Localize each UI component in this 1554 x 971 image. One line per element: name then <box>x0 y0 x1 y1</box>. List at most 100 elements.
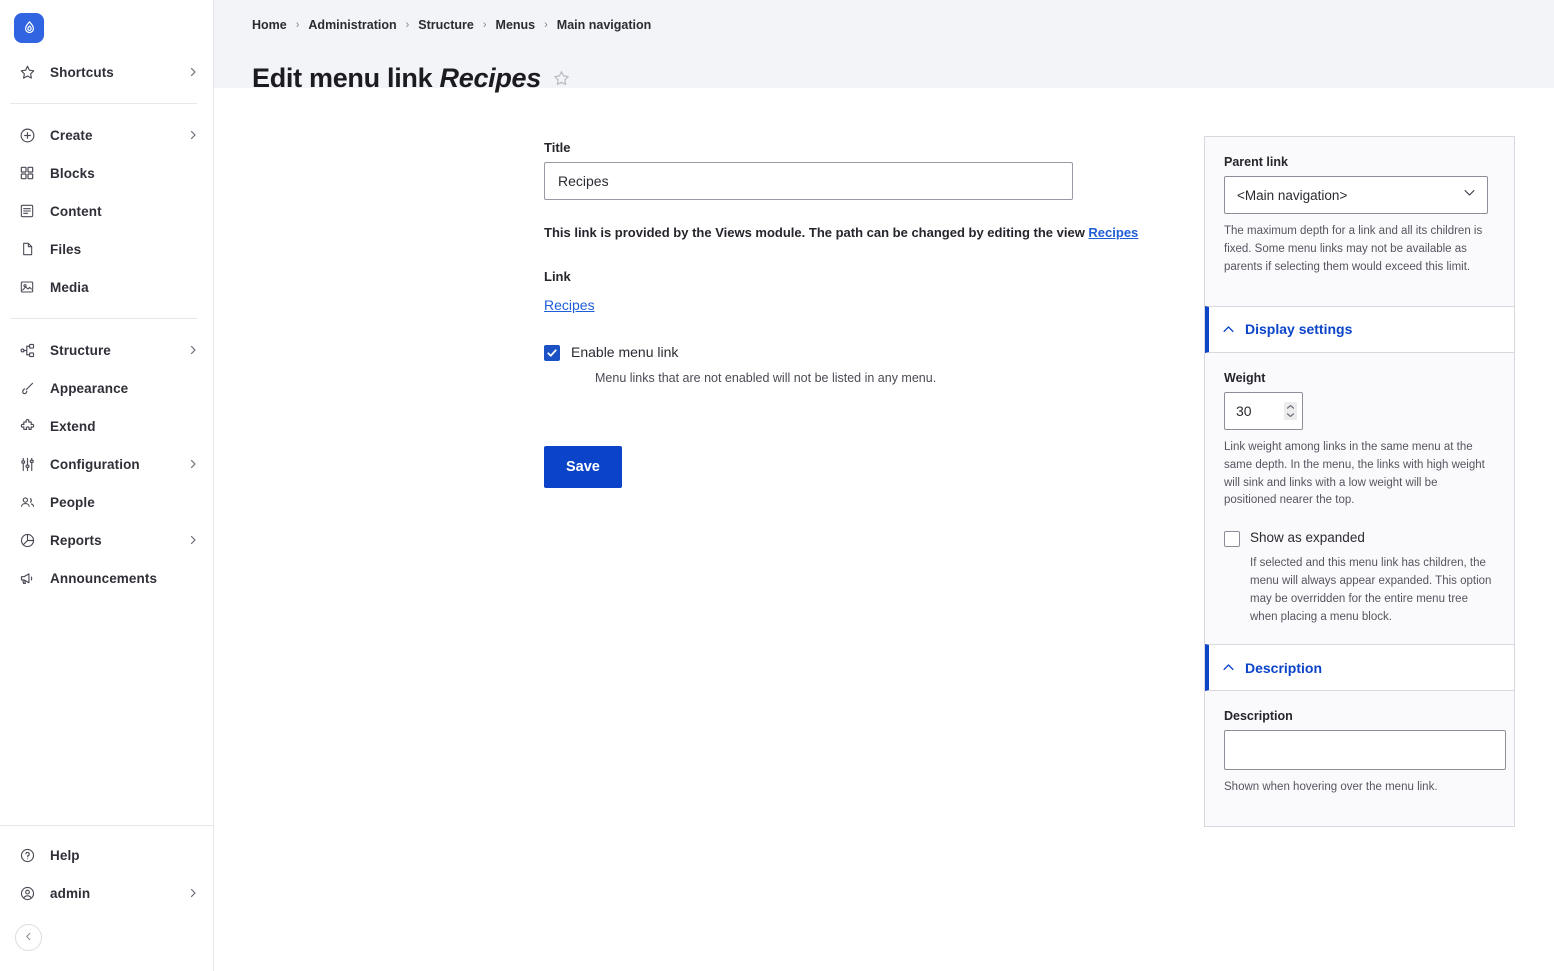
sidebar-footer: Help admin <box>0 825 213 971</box>
sidebar-divider <box>10 103 197 104</box>
weight-stepper[interactable] <box>1284 401 1297 420</box>
views-module-note: This link is provided by the Views modul… <box>544 224 1204 243</box>
breadcrumb-separator: › <box>544 19 548 31</box>
settings-panel: Parent link <Main navigation> The maximu… <box>1204 136 1515 828</box>
sidebar-item-admin[interactable]: admin <box>0 874 213 912</box>
parent-link-help-text: The maximum depth for a link and all its… <box>1224 225 1483 273</box>
parent-link-select-wrap: <Main navigation> <box>1224 176 1488 214</box>
show-as-expanded-row: Show as expanded <box>1224 530 1498 548</box>
link-field-label: Link <box>544 268 571 284</box>
drupal-droplet-icon[interactable] <box>14 13 44 43</box>
enable-menu-link-description: Menu links that are not enabled will not… <box>595 370 937 385</box>
sidebar-item-label: Reports <box>50 532 102 548</box>
sidebar-collapse-button[interactable] <box>15 924 42 951</box>
chevron-right-icon <box>187 887 199 899</box>
sidebar-item-files[interactable]: Files <box>0 230 213 268</box>
breadcrumb: Home › Administration › Structure › Menu… <box>252 16 1554 34</box>
files-icon <box>18 240 36 258</box>
views-note-text: This link is provided by the Views modul… <box>544 225 1089 240</box>
sidebar-item-label: Content <box>50 203 102 219</box>
enable-menu-link-label[interactable]: Enable menu link <box>571 344 678 361</box>
sidebar-group-shortcuts: Shortcuts <box>0 43 213 91</box>
chevron-up-icon <box>1221 322 1236 337</box>
sidebar-group-content: Create Blocks Content Files Media <box>0 116 213 306</box>
sidebar-item-reports[interactable]: Reports <box>0 521 213 559</box>
paintbrush-icon <box>18 379 36 397</box>
weight-label: Weight <box>1224 370 1266 385</box>
breadcrumb-item-administration[interactable]: Administration <box>308 18 396 32</box>
page-header: Home › Administration › Structure › Menu… <box>214 0 1554 93</box>
logo-container <box>0 0 213 43</box>
sliders-icon <box>18 455 36 473</box>
breadcrumb-item-menus[interactable]: Menus <box>496 18 536 32</box>
link-block: Link Recipes <box>544 269 1204 315</box>
media-icon <box>18 278 36 296</box>
sidebar-item-label: Help <box>50 847 80 863</box>
app-root: Shortcuts Create Blocks Content Files Me… <box>0 0 1554 971</box>
sidebar-item-create[interactable]: Create <box>0 116 213 154</box>
parent-link-select[interactable]: <Main navigation> <box>1224 176 1488 214</box>
menu-link-form: Title This link is provided by the Views… <box>214 88 1204 488</box>
breadcrumb-separator: › <box>295 19 300 31</box>
save-button[interactable]: Save <box>544 445 622 488</box>
chevron-right-icon <box>187 66 199 78</box>
sidebar-item-label: Files <box>50 241 82 257</box>
user-circle-icon <box>18 884 36 902</box>
sidebar-item-appearance[interactable]: Appearance <box>0 369 213 407</box>
display-settings-title: Display settings <box>1245 321 1353 338</box>
description-accordion-header[interactable]: Description <box>1205 644 1514 692</box>
sidebar-item-label: Configuration <box>50 456 140 472</box>
link-value-link[interactable]: Recipes <box>544 297 595 313</box>
sidebar-item-label: admin <box>50 885 91 901</box>
weight-help-text: Link weight among links in the same menu… <box>1224 440 1485 507</box>
show-as-expanded-label[interactable]: Show as expanded <box>1250 530 1365 546</box>
sidebar-item-label: Announcements <box>50 570 158 586</box>
sidebar-item-content[interactable]: Content <box>0 192 213 230</box>
star-icon <box>18 63 36 81</box>
show-as-expanded-checkbox[interactable] <box>1224 531 1240 548</box>
breadcrumb-item-structure[interactable]: Structure <box>418 18 474 32</box>
sidebar-item-label: People <box>50 494 95 510</box>
views-note-link[interactable]: Recipes <box>1088 225 1138 240</box>
admin-sidebar: Shortcuts Create Blocks Content Files Me… <box>0 0 214 971</box>
sidebar-item-blocks[interactable]: Blocks <box>0 154 213 192</box>
sidebar-item-label: Blocks <box>50 165 95 181</box>
parent-link-label: Parent link <box>1224 155 1288 169</box>
breadcrumb-separator: › <box>405 19 410 31</box>
sidebar-item-announcements[interactable]: Announcements <box>0 559 213 597</box>
chevron-right-icon <box>187 344 199 356</box>
sidebar-item-extend[interactable]: Extend <box>0 407 213 445</box>
question-circle-icon <box>18 846 36 864</box>
description-body: Description Shown when hovering over the… <box>1205 691 1514 827</box>
sidebar-item-people[interactable]: People <box>0 483 213 521</box>
sidebar-item-label: Structure <box>50 342 111 358</box>
sidebar-item-shortcuts[interactable]: Shortcuts <box>0 53 213 91</box>
blocks-icon <box>18 164 36 182</box>
sidebar-item-structure[interactable]: Structure <box>0 331 213 369</box>
sidebar-group-admin: Structure Appearance Extend Configuratio… <box>0 331 213 597</box>
chevron-right-icon <box>187 458 199 470</box>
description-section-title: Description <box>1245 659 1323 676</box>
megaphone-icon <box>18 569 36 587</box>
people-icon <box>18 493 36 511</box>
enable-menu-link-checkbox[interactable] <box>544 344 560 361</box>
pie-chart-icon <box>18 531 36 549</box>
title-input[interactable] <box>544 162 1073 200</box>
content-area: Title This link is provided by the Views… <box>214 88 1554 828</box>
sidebar-item-help[interactable]: Help <box>0 836 213 874</box>
star-outline-icon[interactable] <box>552 69 571 88</box>
title-field-label: Title <box>544 140 571 155</box>
content-icon <box>18 202 36 220</box>
sidebar-item-configuration[interactable]: Configuration <box>0 445 213 483</box>
sidebar-divider <box>10 318 197 319</box>
sidebar-item-label: Appearance <box>50 380 129 396</box>
sidebar-item-label: Shortcuts <box>50 64 114 80</box>
display-settings-accordion-header[interactable]: Display settings <box>1205 305 1514 353</box>
chevron-right-icon <box>187 534 199 546</box>
description-textarea[interactable] <box>1224 730 1506 771</box>
sidebar-item-media[interactable]: Media <box>0 268 213 306</box>
structure-icon <box>18 341 36 359</box>
breadcrumb-item-home[interactable]: Home <box>252 18 287 32</box>
breadcrumb-item-main-navigation[interactable]: Main navigation <box>557 18 651 32</box>
weight-input-wrap <box>1224 391 1303 430</box>
